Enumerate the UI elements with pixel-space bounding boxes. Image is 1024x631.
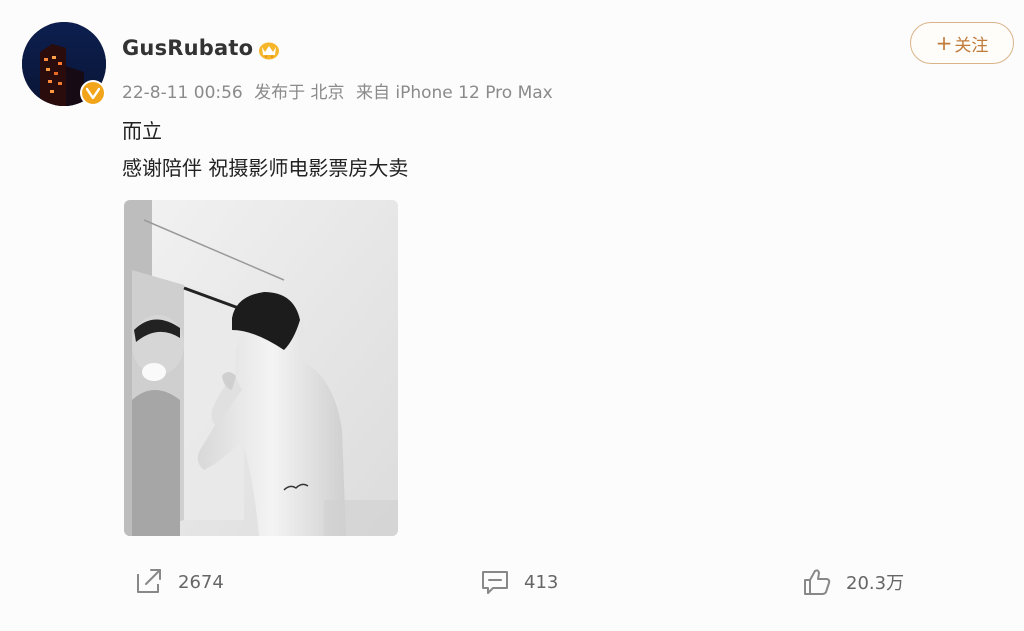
post-time[interactable]: 22-8-11 00:56 bbox=[122, 83, 243, 103]
author-name[interactable]: GusRubato bbox=[122, 36, 253, 60]
follow-label: 关注 bbox=[954, 35, 989, 56]
comment-count: 413 bbox=[524, 571, 559, 593]
mirror-photo-image bbox=[124, 200, 398, 536]
follow-button[interactable]: + 关注 bbox=[910, 22, 1014, 64]
avatar[interactable] bbox=[22, 22, 106, 106]
repost-button[interactable]: 2674 bbox=[134, 566, 224, 598]
post-text-line-1: 而立 bbox=[122, 119, 162, 143]
post-source: 来自 iPhone 12 Pro Max bbox=[355, 83, 553, 103]
post-meta: 22-8-11 00:56 发布于 北京 来自 iPhone 12 Pro Ma… bbox=[122, 78, 559, 103]
post-text-line-2: 感谢陪伴 祝摄影师电影票房大卖 bbox=[122, 156, 409, 180]
comment-icon bbox=[482, 571, 508, 594]
vip-crown-icon bbox=[259, 42, 279, 60]
post-location: 发布于 北京 bbox=[254, 83, 345, 103]
post-photo[interactable] bbox=[124, 200, 398, 536]
plus-icon: + bbox=[935, 31, 953, 55]
verified-badge-icon bbox=[80, 80, 106, 106]
weibo-post: GusRubato 22-8-11 00:56 发布于 北京 来自 iPhone… bbox=[0, 0, 1024, 631]
like-count: 20.3万 bbox=[846, 573, 905, 594]
repost-count: 2674 bbox=[178, 571, 224, 593]
like-button[interactable]: 20.3万 bbox=[802, 566, 904, 598]
repost-icon bbox=[137, 569, 161, 593]
like-icon bbox=[804, 569, 831, 595]
comment-button[interactable]: 413 bbox=[480, 566, 558, 598]
